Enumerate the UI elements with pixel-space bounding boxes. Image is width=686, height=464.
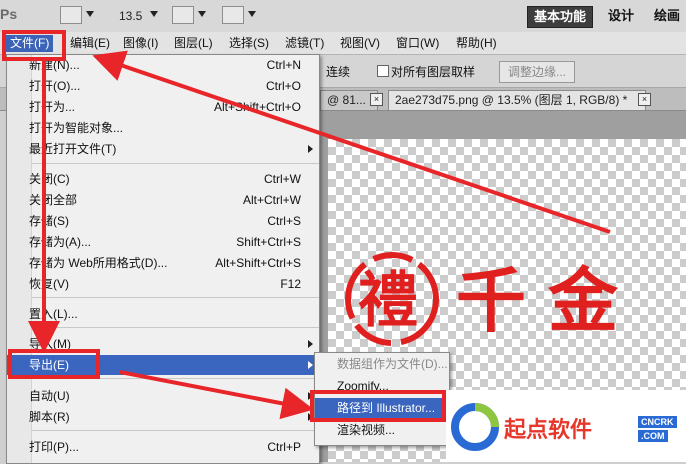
submenu-item-data-sets[interactable]: 数据组作为文件(D)... — [315, 354, 449, 374]
chevron-down-icon[interactable] — [248, 11, 256, 17]
art-char-2: 千 — [456, 259, 526, 342]
menu-separator — [31, 297, 319, 298]
menu-select[interactable]: 选择(S) — [225, 35, 273, 52]
menu-item-close[interactable]: 关闭(C) Ctrl+W — [7, 169, 319, 189]
menu-item-place[interactable]: 置入(L)... — [7, 304, 319, 324]
sample-all-layers-checkbox[interactable] — [377, 65, 389, 77]
screen-mode-icon[interactable] — [222, 6, 244, 24]
workspace-essentials-button[interactable]: 基本功能 — [527, 6, 594, 28]
menu-window[interactable]: 窗口(W) — [392, 35, 443, 52]
watermark-logo-icon — [451, 403, 499, 451]
chevron-down-icon[interactable] — [86, 11, 94, 17]
tab-document-2[interactable]: 2ae273d75.png @ 13.5% (图层 1, RGB/8) * — [388, 90, 646, 110]
workspace-design-button[interactable]: 设计 — [602, 6, 640, 26]
menu-separator — [31, 430, 319, 431]
close-icon[interactable]: × — [370, 93, 383, 106]
menu-filter[interactable]: 滤镜(T) — [281, 35, 328, 52]
contiguous-label[interactable]: 连续 — [326, 63, 350, 80]
file-menu-dropdown: 新建(N)... Ctrl+N 打开(O)... Ctrl+O 打开为... Alt+… — [6, 54, 320, 464]
menu-item-open-smart-object[interactable]: 打开为智能对象... — [7, 118, 319, 138]
chevron-down-icon[interactable] — [150, 11, 158, 17]
menu-item-scripts[interactable]: 脚本(R) — [7, 407, 319, 427]
menu-edit[interactable]: 编辑(E) — [66, 35, 114, 52]
refine-edge-button[interactable]: 调整边缘... — [499, 61, 576, 83]
submenu-item-render-video[interactable]: 渲染视频... — [315, 420, 449, 440]
menu-item-revert[interactable]: 恢复(V) F12 — [7, 274, 319, 294]
annotation-box-export — [8, 349, 100, 379]
menu-item-automate[interactable]: 自动(U) — [7, 386, 319, 406]
close-icon[interactable]: × — [638, 93, 651, 106]
menu-item-open[interactable]: 打开(O)... Ctrl+O — [7, 76, 319, 96]
menu-view[interactable]: 视图(V) — [336, 35, 384, 52]
menu-item-save-for-web[interactable]: 存储为 Web所用格式(D)... Alt+Shift+Ctrl+S — [7, 253, 319, 273]
calligraphy-artwork: 禮 千 金 — [345, 252, 619, 346]
film-strip-icon[interactable] — [60, 6, 82, 24]
watermark-text: 起点软件 — [504, 418, 593, 443]
submenu-arrow-icon — [308, 340, 313, 348]
watermark: 起点软件 CNCRK .COM — [446, 390, 686, 462]
sample-all-layers-label[interactable]: 对所有图层取样 — [391, 63, 475, 80]
art-char-1: 禮 — [358, 266, 418, 336]
menu-item-save[interactable]: 存储(S) Ctrl+S — [7, 211, 319, 231]
zoom-level[interactable]: 13.5 — [119, 9, 142, 23]
menu-item-open-as[interactable]: 打开为... Alt+Shift+Ctrl+O — [7, 97, 319, 117]
application-bar: Ps 13.5 基本功能 设计 绘画 — [0, 0, 686, 33]
watermark-com: .COM — [638, 430, 668, 442]
watermark-domain: CNCRK — [638, 416, 677, 428]
arrange-documents-icon[interactable] — [172, 6, 194, 24]
workspace-painting-button[interactable]: 绘画 — [648, 6, 686, 26]
chevron-down-icon[interactable] — [198, 11, 206, 17]
menu-item-print[interactable]: 打印(P)... Ctrl+P — [7, 437, 319, 457]
photoshop-logo: Ps — [0, 6, 18, 22]
submenu-arrow-icon — [308, 361, 313, 369]
submenu-arrow-icon — [308, 145, 313, 153]
menu-separator — [31, 163, 319, 164]
menu-help[interactable]: 帮助(H) — [452, 35, 501, 52]
menu-image[interactable]: 图像(I) — [119, 35, 162, 52]
menu-bar: 文件(F) 编辑(E) 图像(I) 图层(L) 选择(S) 滤镜(T) 视图(V… — [0, 32, 686, 55]
annotation-box-illustrator — [310, 390, 446, 422]
menu-item-save-as[interactable]: 存储为(A)... Shift+Ctrl+S — [7, 232, 319, 252]
annotation-box-file-menu — [2, 30, 66, 61]
menu-item-recent-files[interactable]: 最近打开文件(T) — [7, 139, 319, 159]
art-char-3: 金 — [547, 259, 619, 342]
menu-item-close-all[interactable]: 关闭全部 Alt+Ctrl+W — [7, 190, 319, 210]
menu-layer[interactable]: 图层(L) — [170, 35, 217, 52]
menu-separator — [31, 327, 319, 328]
